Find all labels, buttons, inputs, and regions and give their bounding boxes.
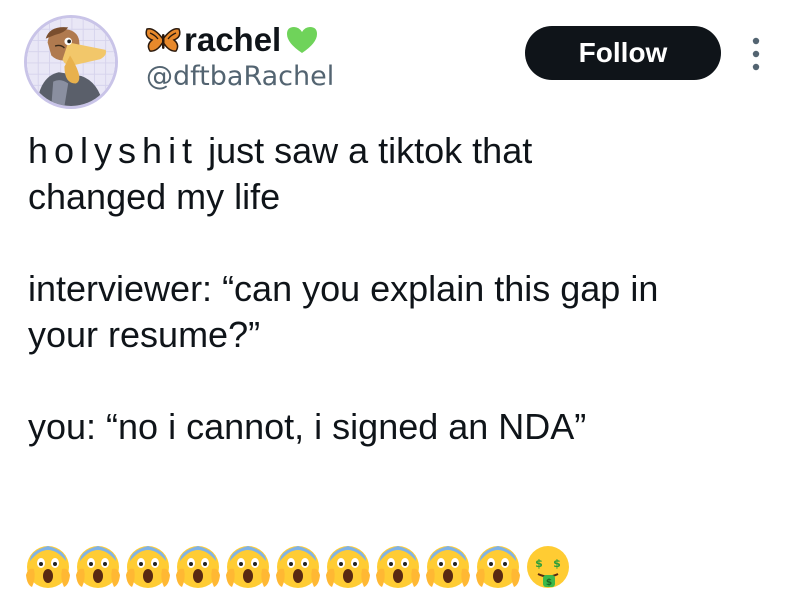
pelican-avatar-image <box>27 18 115 106</box>
face-screaming-in-fear-icon <box>424 543 472 591</box>
tweet-line: changed my life <box>28 176 281 217</box>
butterfly-icon <box>145 27 181 52</box>
face-screaming-in-fear-icon <box>224 543 272 591</box>
user-handle[interactable]: @dftbaRachel <box>146 60 334 94</box>
money-mouth-face-icon: $ $ $ <box>524 543 572 591</box>
face-screaming-in-fear-icon <box>374 543 422 591</box>
face-screaming-in-fear-icon <box>474 543 522 591</box>
tweet-spaced-word: holyshit <box>28 130 199 171</box>
follow-button[interactable]: Follow <box>525 26 721 80</box>
tweet-line: you: “no i cannot, i signed an NDA” <box>28 406 587 447</box>
avatar[interactable] <box>24 15 118 109</box>
face-screaming-in-fear-icon <box>124 543 172 591</box>
tweet-line: your resume?” <box>28 314 261 355</box>
author-name-row[interactable]: rachel <box>144 22 319 58</box>
tweet-line: holyshit just saw a tiktok that <box>28 128 788 174</box>
face-screaming-in-fear-icon <box>274 543 322 591</box>
emoji-row: $ $ $ <box>24 543 572 591</box>
svg-text:$: $ <box>553 557 561 570</box>
display-name[interactable]: rachel <box>184 22 281 58</box>
tweet-line-text: just saw a tiktok that <box>208 130 533 171</box>
face-screaming-in-fear-icon <box>174 543 222 591</box>
face-screaming-in-fear-icon <box>74 543 122 591</box>
tweet-line: interviewer: “can you explain this gap i… <box>28 268 659 309</box>
tweet-body: holyshit just saw a tiktok that changed … <box>28 128 788 450</box>
face-screaming-in-fear-icon <box>24 543 72 591</box>
face-screaming-in-fear-icon <box>324 543 372 591</box>
more-vertical-icon[interactable] <box>750 36 762 72</box>
svg-text:$: $ <box>535 557 543 570</box>
green-heart-icon <box>287 27 318 53</box>
svg-text:$: $ <box>546 578 552 588</box>
